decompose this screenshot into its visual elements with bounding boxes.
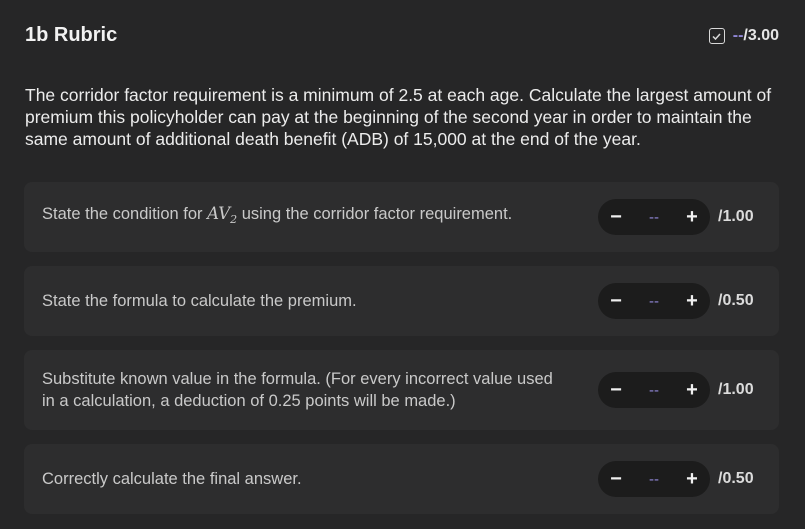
increment-button[interactable]: + [684, 468, 700, 491]
total-score-value: -- [732, 27, 744, 44]
rubric-item-3: Substitute known value in the formula. (… [24, 350, 779, 430]
score-value[interactable]: -- [649, 209, 659, 226]
checkbox-icon[interactable] [708, 28, 725, 44]
total-score-max: /3.00 [743, 27, 779, 44]
score-stepper: − -- + [598, 283, 710, 319]
score-max: /0.50 [718, 470, 754, 487]
score-value[interactable]: -- [649, 382, 659, 399]
score-max: /1.00 [718, 208, 754, 225]
increment-button[interactable]: + [684, 379, 700, 402]
score-stepper: − -- + [598, 461, 710, 497]
score-stepper: − -- + [598, 199, 710, 235]
decrement-button[interactable]: − [608, 206, 624, 229]
rubric-item-label: State the condition for AV2 using the co… [42, 203, 513, 227]
decrement-button[interactable]: − [608, 379, 624, 402]
rubric-title: 1b Rubric [25, 24, 118, 46]
rubric-item-2: State the formula to calculate the premi… [24, 266, 779, 336]
question-prompt: The corridor factor requirement is a min… [25, 85, 772, 149]
score-max: /0.50 [718, 292, 754, 309]
score-max: /1.00 [718, 381, 754, 398]
math-av: AV2 [207, 203, 238, 227]
rubric-item-label: Correctly calculate the final answer. [42, 470, 302, 488]
rubric-item-label: Substitute known value in the formula. (… [42, 370, 553, 410]
rubric-panel: 1b Rubric --/3.00 The corridor factor re… [0, 0, 805, 529]
increment-button[interactable]: + [684, 206, 700, 229]
decrement-button[interactable]: − [608, 290, 624, 313]
rubric-item-1: State the condition for AV2 using the co… [24, 182, 779, 252]
score-value[interactable]: -- [649, 293, 659, 310]
increment-button[interactable]: + [684, 290, 700, 313]
rubric-item-4: Correctly calculate the final answer. − … [24, 444, 779, 514]
rubric-item-label: State the formula to calculate the premi… [42, 292, 357, 310]
total-score: --/3.00 [708, 27, 779, 45]
score-value[interactable]: -- [649, 471, 659, 488]
decrement-button[interactable]: − [608, 468, 624, 491]
score-stepper: − -- + [598, 372, 710, 408]
